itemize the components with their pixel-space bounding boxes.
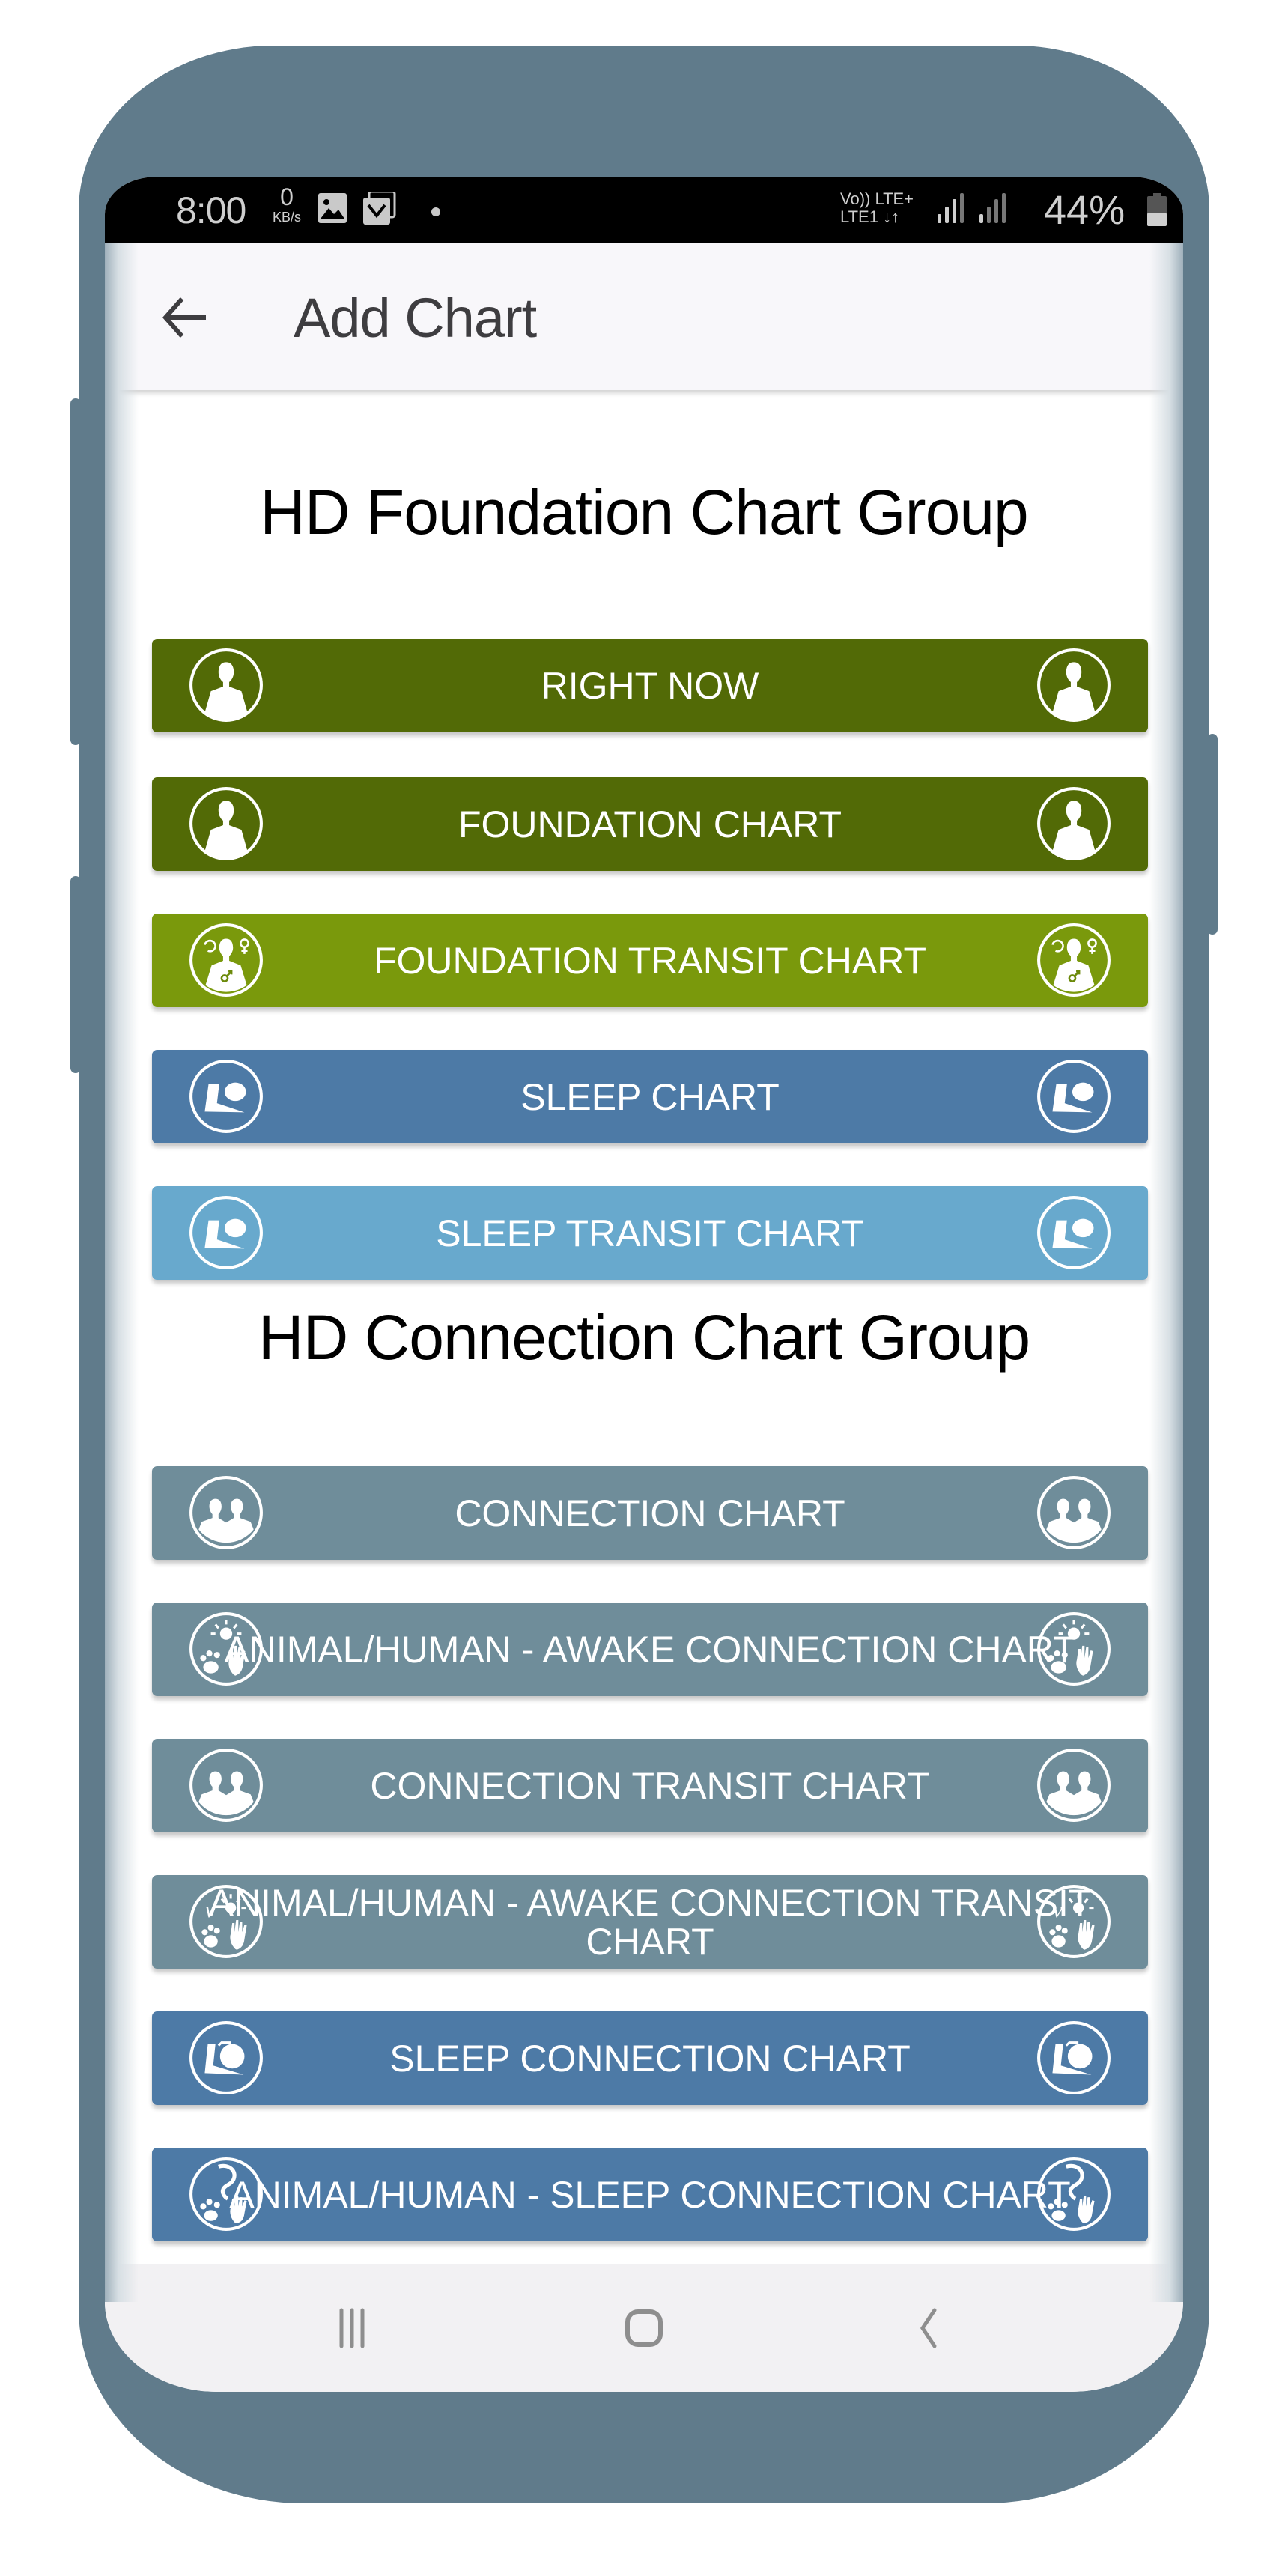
sleep-icon [1036, 1058, 1112, 1134]
person-icon [1036, 786, 1112, 862]
status-time: 8:00 [176, 189, 246, 231]
connection-transit-chart-button[interactable]: CONNECTION TRANSIT CHART [152, 1739, 1148, 1832]
button-label: ANIMAL/HUMAN - AWAKE CONNECTION TRANSIT … [208, 1881, 1092, 1963]
page-title: Add Chart [294, 287, 537, 349]
section-title-connection: HD Connection Chart Group [258, 1302, 1030, 1373]
signal-strength-sim1-icon [938, 193, 964, 223]
recents-button[interactable] [307, 2294, 397, 2362]
home-icon [625, 2309, 663, 2347]
back-button[interactable] [154, 288, 214, 347]
back-icon [920, 2308, 937, 2348]
person-icon [1036, 647, 1112, 723]
person-transit-icon [1036, 922, 1112, 998]
notification-dot-icon [431, 207, 440, 220]
button-label: CONNECTION TRANSIT CHART [370, 1764, 930, 1807]
data-arrows-icon: ↓↑ [883, 207, 900, 226]
connection-chart-button[interactable]: CONNECTION CHART [152, 1466, 1148, 1560]
app-bar: Add Chart [105, 243, 1183, 390]
network-speed: 0 KB/s [268, 184, 306, 225]
battery-icon [1147, 193, 1167, 226]
email-icon [363, 190, 396, 228]
sleep-connection-icon [1036, 2020, 1112, 2096]
right-now-button[interactable]: RIGHT NOW [152, 639, 1148, 732]
signal-strength-sim2-icon [979, 193, 1006, 223]
button-label: RIGHT NOW [541, 664, 759, 707]
animal-human-awake-connection-chart-button[interactable]: ANIMAL/HUMAN - AWAKE CONNECTION CHART [152, 1603, 1148, 1696]
two-people-icon [188, 1474, 264, 1551]
animal-human-sleep-connection-chart-button[interactable]: ANIMAL/HUMAN - SLEEP CONNECTION CHART [152, 2148, 1148, 2241]
button-label: SLEEP CHART [520, 1075, 780, 1118]
volume-up-button [70, 398, 81, 745]
two-people-icon [188, 1747, 264, 1823]
recents-icon [339, 2308, 365, 2348]
sleep-connection-chart-button[interactable]: SLEEP CONNECTION CHART [152, 2011, 1148, 2105]
volume-down-button [70, 876, 81, 1073]
button-label: FOUNDATION CHART [458, 803, 842, 845]
button-label: ANIMAL/HUMAN - AWAKE CONNECTION CHART [224, 1628, 1076, 1671]
sleep-connection-icon [188, 2020, 264, 2096]
volte-label: Vo)) LTE+ [840, 189, 914, 208]
network-speed-unit: KB/s [272, 210, 301, 225]
status-bar: 8:00 0 KB/s Vo)) LTE+ LTE1 ↓↑ 44% [105, 177, 1183, 243]
button-label: ANIMAL/HUMAN - SLEEP CONNECTION CHART [229, 2173, 1071, 2216]
network-speed-value: 0 [280, 183, 294, 210]
sleep-icon [1036, 1194, 1112, 1271]
sleep-icon [188, 1058, 264, 1134]
animal-human-awake-connection-transit-chart-button[interactable]: v v ANIMAL/HUMAN - AWAKE CONNECTION TRANSI… [152, 1875, 1148, 1969]
network-type: Vo)) LTE+ LTE1 ↓↑ [840, 190, 914, 226]
foundation-chart-button[interactable]: FOUNDATION CHART [152, 777, 1148, 871]
person-transit-icon [188, 922, 264, 998]
person-icon [188, 647, 264, 723]
button-label: SLEEP CONNECTION CHART [389, 2037, 911, 2080]
battery-percent: 44% [1044, 188, 1126, 233]
sleep-icon [188, 1194, 264, 1271]
power-button [1207, 734, 1218, 935]
section-title-foundation: HD Foundation Chart Group [260, 477, 1029, 547]
button-label: CONNECTION CHART [455, 1492, 845, 1534]
system-nav-bar [105, 2264, 1183, 2392]
foundation-transit-chart-button[interactable]: FOUNDATION TRANSIT CHART [152, 914, 1148, 1007]
phone-screen: 8:00 0 KB/s Vo)) LTE+ LTE1 ↓↑ 44% Add Ch… [105, 177, 1183, 2392]
sleep-transit-chart-button[interactable]: SLEEP TRANSIT CHART [152, 1186, 1148, 1280]
button-label: FOUNDATION TRANSIT CHART [373, 939, 926, 982]
button-label: SLEEP TRANSIT CHART [436, 1212, 864, 1254]
arrow-left-icon [162, 297, 206, 338]
chart-list: HD Foundation Chart Group RIGHT NOW FOUN… [105, 390, 1183, 2264]
gallery-icon [318, 193, 347, 227]
person-icon [188, 786, 264, 862]
home-button[interactable] [599, 2294, 689, 2362]
two-people-icon [1036, 1474, 1112, 1551]
two-people-icon [1036, 1747, 1112, 1823]
sleep-chart-button[interactable]: SLEEP CHART [152, 1050, 1148, 1143]
system-back-button[interactable] [884, 2294, 973, 2362]
lte-label: LTE1 [840, 207, 878, 226]
